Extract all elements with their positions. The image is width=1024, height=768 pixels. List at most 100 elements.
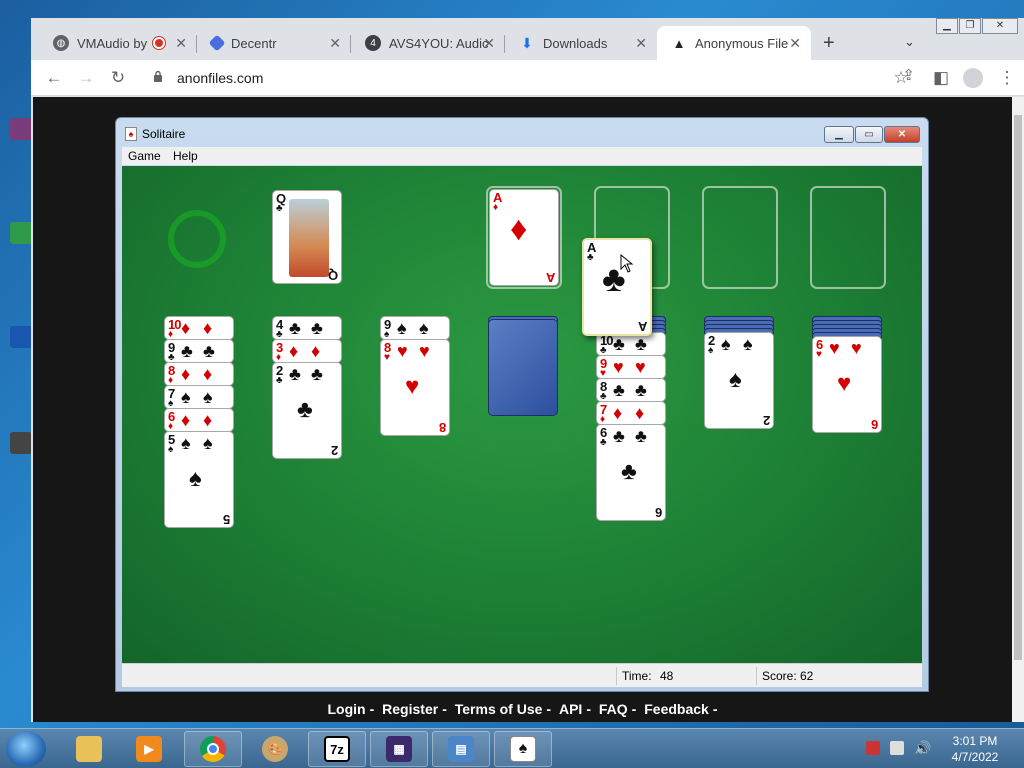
playing-card[interactable]: 3 ♦ ♦ ♦ [272, 339, 342, 363]
card-suit-icon: ♠ [708, 345, 714, 356]
card-pip-icon: ♦ [181, 364, 191, 384]
taskbar-video-editor[interactable]: ▦ [370, 731, 428, 767]
menu-game[interactable]: Game [128, 149, 161, 163]
foundation-slot[interactable] [810, 186, 886, 289]
menu-help[interactable]: Help [173, 149, 198, 163]
stock-empty-recycle-icon[interactable] [168, 210, 226, 268]
scrollbar-thumb[interactable] [1014, 115, 1022, 660]
close-button[interactable]: ✕ [982, 18, 1018, 34]
playing-card[interactable]: 2 ♠ ♠ ♠ ♠ 2 [704, 332, 774, 429]
network-icon[interactable] [890, 741, 904, 755]
close-tab-icon[interactable]: ✕ [175, 35, 187, 52]
volume-icon[interactable]: 🔊 [914, 741, 931, 755]
footer-link-api[interactable]: API [559, 701, 582, 717]
footer-link-register[interactable]: Register [382, 701, 438, 717]
dragged-card[interactable]: A ♣ ♣ A [582, 238, 652, 336]
footer-link-terms[interactable]: Terms of Use [455, 701, 543, 717]
tab-title: AVS4YOU: Audic [389, 35, 489, 51]
tab-decentr[interactable]: Decentr ✕ [197, 26, 351, 60]
desktop-shortcut-icon[interactable] [10, 432, 32, 462]
tab-downloads[interactable]: ⬇ Downloads ✕ [505, 26, 657, 60]
side-panel-icon[interactable]: ◧ [929, 66, 953, 90]
taskbar-chrome[interactable] [184, 731, 242, 767]
media-player-icon: ▶ [136, 736, 162, 762]
playing-card[interactable]: 10 ♦ ♦ ♦ [164, 316, 234, 340]
card-rank-bottom: 6 [870, 417, 878, 432]
card-center-pip-icon: ♣ [621, 458, 637, 485]
tab-search-chevron-icon[interactable]: ⌄ [904, 34, 915, 50]
card-suit-icon: ♣ [600, 437, 607, 448]
taskbar-remote-desktop[interactable]: ▤ [432, 731, 490, 767]
card-pip-icon: ♣ [613, 334, 625, 354]
close-button[interactable]: ✕ [884, 126, 920, 143]
waste-card[interactable]: Q ♣ Q [272, 190, 342, 284]
close-tab-icon[interactable]: ✕ [483, 35, 495, 52]
lock-icon [154, 70, 162, 82]
maximize-button[interactable]: ▭ [855, 126, 883, 143]
playing-card[interactable]: 9 ♣ ♣ ♣ [164, 339, 234, 363]
card-suit-icon: ♣ [276, 375, 283, 386]
taskbar-7zip[interactable]: 7z [308, 731, 366, 767]
card-pip-icon: ♥ [851, 338, 862, 358]
card-pip-icon: ♦ [289, 341, 299, 361]
playing-card[interactable]: 8 ♥ ♥ ♥ ♥ 8 [380, 339, 450, 436]
desktop-shortcut-icon[interactable] [10, 118, 32, 148]
tab-avs4you[interactable]: 4 AVS4YOU: Audic ✕ [351, 26, 505, 60]
playing-card[interactable]: 6 ♥ ♥ ♥ ♥ 6 [812, 336, 882, 433]
reload-icon[interactable]: ↻ [106, 66, 130, 90]
footer-link-faq[interactable]: FAQ [599, 701, 628, 717]
game-board: Q ♣ Q A ♦ ♦ A 10 ♦ ♦ ♦ 9 ♣ ♣ ♣ 8 ♦ ♦ ♦ 7 ♠ ♠ ♠ 6 ♦ ♦ ♦ 5 ♠ ♠ ♠ ♠ 5 4 ♣ ♣ ♣ 3 ♦… [122, 166, 922, 663]
playing-card[interactable]: 5 ♠ ♠ ♠ ♠ 5 [164, 431, 234, 528]
playing-card[interactable]: 4 ♣ ♣ ♣ [272, 316, 342, 340]
taskbar-media-player[interactable]: ▶ [120, 731, 178, 767]
playing-card[interactable]: 6 ♦ ♦ ♦ [164, 408, 234, 432]
card-suit-icon: ♣ [587, 252, 594, 263]
menu-kebab-icon[interactable]: ⋮ [995, 66, 1019, 90]
playing-card[interactable]: 7 ♠ ♠ ♠ [164, 385, 234, 409]
playing-card[interactable]: 9 ♥ ♥ ♥ [596, 355, 666, 379]
bookmark-star-icon[interactable]: ☆ [889, 66, 913, 90]
start-button-icon[interactable] [6, 731, 46, 767]
footer-link-login[interactable]: Login [327, 701, 365, 717]
minimize-button[interactable]: ▁ [824, 126, 854, 143]
taskbar-paint[interactable]: 🎨 [246, 731, 304, 767]
restore-button[interactable]: ❐ [959, 18, 981, 34]
desktop-shortcut-icon[interactable] [10, 222, 32, 252]
download-icon: ⬇ [521, 34, 533, 51]
card-pip-icon: ♠ [397, 318, 407, 338]
back-arrow-icon[interactable]: ← [42, 66, 66, 90]
foundation-slot[interactable] [702, 186, 778, 289]
playing-card[interactable]: 9 ♠ ♠ ♠ [380, 316, 450, 340]
remote-desktop-icon: ▤ [448, 736, 474, 762]
playing-card[interactable]: 8 ♣ ♣ ♣ [596, 378, 666, 402]
system-clock[interactable]: 3:01 PM 4/7/2022 [940, 733, 1010, 765]
profile-avatar-icon[interactable] [963, 68, 983, 88]
desktop-shortcut-icon[interactable] [10, 326, 32, 356]
playing-card[interactable]: 2 ♣ ♣ ♣ ♣ 2 [272, 362, 342, 459]
playing-card[interactable]: 8 ♦ ♦ ♦ [164, 362, 234, 386]
status-bar: Time: 48 Score: 62 [122, 663, 922, 687]
footer-link-feedback[interactable]: Feedback [644, 701, 709, 717]
menu-bar: Game Help [122, 147, 922, 165]
tab-anonymous-file[interactable]: ▲ Anonymous File ✕ [657, 26, 811, 60]
close-tab-icon[interactable]: ✕ [635, 35, 647, 52]
tab-title: Downloads [543, 35, 608, 51]
taskbar-explorer[interactable] [60, 731, 118, 767]
address-bar[interactable]: anonfiles.com ⇪ [145, 64, 915, 92]
foundation-card[interactable]: A ♦ ♦ A [489, 189, 559, 286]
playing-card[interactable]: 6 ♣ ♣ ♣ ♣ 6 [596, 424, 666, 521]
taskbar-solitaire[interactable]: ♠ [494, 731, 552, 767]
close-tab-icon[interactable]: ✕ [329, 35, 341, 52]
card-pip-icon: ♠ [721, 334, 731, 354]
tab-vmaudio[interactable]: ◍ VMAudio by ✕ [39, 26, 197, 60]
globe-icon: ◍ [53, 35, 69, 51]
action-center-flag-icon[interactable] [866, 741, 880, 755]
card-pip-icon: ♦ [203, 364, 213, 384]
new-tab-icon[interactable]: + [823, 32, 835, 55]
close-tab-icon[interactable]: ✕ [789, 35, 801, 52]
playing-card[interactable]: 7 ♦ ♦ ♦ [596, 401, 666, 425]
page-scrollbar[interactable] [1012, 97, 1024, 722]
mouse-pointer-icon [620, 254, 634, 273]
forward-arrow-icon[interactable]: → [74, 66, 98, 90]
minimize-button[interactable]: ▁ [936, 18, 958, 34]
